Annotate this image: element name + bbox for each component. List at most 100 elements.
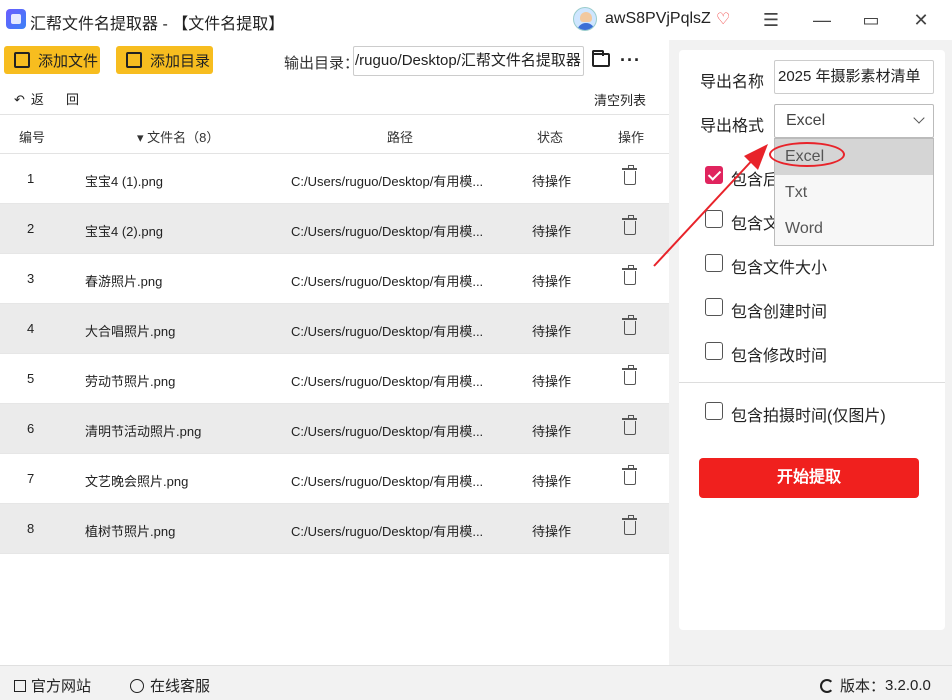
refresh-icon [820, 678, 834, 693]
service-link[interactable]: 在线客服 [130, 675, 210, 696]
table-row[interactable]: 8 植树节照片.png C:/Users/ruguo/Desktop/有用模..… [0, 504, 669, 554]
clear-list-button[interactable]: 清空列表 [594, 90, 646, 109]
row-index: 2 [27, 221, 35, 236]
export-format-select[interactable]: Excel [774, 104, 934, 138]
table-header: 编号 ▾ 文件名（8） 路径 状态 操作 [0, 114, 669, 154]
row-index: 4 [27, 321, 35, 336]
row-status: 待操作 [532, 474, 572, 489]
row-filename: 清明节活动照片.png [85, 424, 202, 439]
row-path: C:/Users/ruguo/Desktop/有用模... [291, 274, 484, 289]
row-filename: 春游照片.png [85, 274, 163, 289]
row-path: C:/Users/ruguo/Desktop/有用模... [291, 424, 484, 439]
table-row[interactable]: 3 春游照片.png C:/Users/ruguo/Desktop/有用模...… [0, 254, 669, 304]
home-icon [14, 679, 26, 692]
footer-bar: 官方网站 在线客服 版本： 3.2.0.0 [0, 665, 952, 700]
file-table: 编号 ▾ 文件名（8） 路径 状态 操作 1 宝宝4 (1).png C:/Us… [0, 114, 669, 554]
back-label: 返 [30, 92, 44, 107]
trash-icon[interactable] [622, 415, 637, 435]
row-index: 6 [27, 421, 35, 436]
add-directory-button[interactable]: 添加目录 [116, 46, 213, 74]
table-row[interactable]: 6 清明节活动照片.png C:/Users/ruguo/Desktop/有用模… [0, 404, 669, 454]
table-row[interactable]: 2 宝宝4 (2).png C:/Users/ruguo/Desktop/有用模… [0, 204, 669, 254]
row-filename: 宝宝4 (2).png [85, 224, 164, 239]
export-name-input[interactable]: 2025 年摄影素材清单 [774, 60, 934, 94]
output-dir-input[interactable]: /ruguo/Desktop/汇帮文件名提取器 [353, 46, 584, 76]
more-icon[interactable]: ··· [620, 50, 641, 71]
format-option-txt[interactable]: Txt [775, 175, 933, 211]
table-row[interactable]: 7 文艺晚会照片.png C:/Users/ruguo/Desktop/有用模.… [0, 454, 669, 504]
folder-icon[interactable] [592, 50, 610, 67]
table-row[interactable]: 4 大合唱照片.png C:/Users/ruguo/Desktop/有用模..… [0, 304, 669, 354]
website-label: 官方网站 [31, 678, 92, 695]
close-icon[interactable]: ✕ [909, 8, 933, 32]
row-path: C:/Users/ruguo/Desktop/有用模... [291, 224, 484, 239]
row-path: C:/Users/ruguo/Desktop/有用模... [291, 374, 484, 389]
add-directory-label: 添加目录 [150, 52, 211, 70]
row-status: 待操作 [532, 224, 572, 239]
panel-divider [679, 382, 945, 383]
back-button[interactable]: ↶ 返 [14, 89, 44, 108]
option-checkbox-3[interactable] [705, 298, 723, 316]
window-title: 汇帮文件名提取器 - 【文件名提取】 [30, 16, 285, 33]
version-info: 版本： 3.2.0.0 [820, 675, 931, 696]
header-index: 编号 [19, 130, 46, 145]
back-label-2[interactable]: 回 [66, 89, 79, 108]
option-label-3: 包含创建时间 [731, 304, 828, 321]
row-index: 1 [27, 171, 35, 186]
table-row[interactable]: 5 劳动节照片.png C:/Users/ruguo/Desktop/有用模..… [0, 354, 669, 404]
option-label-5: 包含拍摄时间(仅图片) [731, 408, 886, 425]
row-filename: 宝宝4 (1).png [85, 174, 164, 189]
row-status: 待操作 [532, 174, 572, 189]
format-option-word[interactable]: Word [775, 211, 933, 247]
row-filename: 大合唱照片.png [85, 324, 176, 339]
row-status: 待操作 [532, 374, 572, 389]
row-path: C:/Users/ruguo/Desktop/有用模... [291, 174, 484, 189]
maximize-icon[interactable]: ▭ [859, 8, 883, 32]
row-index: 7 [27, 471, 35, 486]
trash-icon[interactable] [622, 265, 637, 285]
add-file-icon [14, 52, 30, 68]
row-filename: 劳动节照片.png [85, 374, 176, 389]
start-extract-button[interactable]: 开始提取 [699, 458, 919, 498]
pointer-arrow-annotation [653, 144, 768, 267]
back-arrow-icon: ↶ [14, 92, 25, 107]
chevron-down-icon [913, 112, 925, 124]
trash-icon[interactable] [622, 165, 637, 185]
trash-icon[interactable] [622, 315, 637, 335]
row-status: 待操作 [532, 424, 572, 439]
menu-icon[interactable]: ☰ [759, 8, 783, 32]
version-label: 版本： [840, 678, 886, 695]
option-checkbox-4[interactable] [705, 342, 723, 360]
row-path: C:/Users/ruguo/Desktop/有用模... [291, 524, 484, 539]
add-file-button[interactable]: 添加文件 [4, 46, 100, 74]
table-body: 1 宝宝4 (1).png C:/Users/ruguo/Desktop/有用模… [0, 154, 669, 554]
headset-icon [130, 678, 144, 693]
row-status: 待操作 [532, 524, 572, 539]
export-format-value: Excel [786, 112, 826, 129]
table-row[interactable]: 1 宝宝4 (1).png C:/Users/ruguo/Desktop/有用模… [0, 154, 669, 204]
trash-icon[interactable] [622, 465, 637, 485]
header-path: 路径 [387, 130, 414, 145]
website-link[interactable]: 官方网站 [14, 675, 91, 696]
user-name[interactable]: awS8PVjPqlsZ [605, 10, 711, 28]
add-file-label: 添加文件 [38, 52, 99, 70]
user-avatar[interactable] [573, 7, 597, 31]
option-checkbox-5[interactable] [705, 402, 723, 420]
export-name-label: 导出名称 [700, 74, 765, 91]
header-status: 状态 [537, 130, 564, 145]
vip-diamond-icon[interactable]: ♡ [716, 9, 730, 29]
export-format-label: 导出格式 [700, 118, 765, 135]
header-filename[interactable]: ▾ 文件名（8） [137, 127, 219, 146]
minimize-icon[interactable]: — [810, 8, 834, 32]
trash-icon[interactable] [622, 215, 637, 235]
row-status: 待操作 [532, 324, 572, 339]
trash-icon[interactable] [622, 365, 637, 385]
title-bar: 汇帮文件名提取器 - 【文件名提取】 awS8PVjPqlsZ ♡ ☰ — ▭ … [0, 0, 952, 40]
row-path: C:/Users/ruguo/Desktop/有用模... [291, 324, 484, 339]
row-filename: 植树节照片.png [85, 524, 176, 539]
trash-icon[interactable] [622, 515, 637, 535]
option-label-4: 包含修改时间 [731, 348, 828, 365]
row-filename: 文艺晚会照片.png [85, 474, 189, 489]
add-directory-icon [126, 52, 142, 68]
version-value: 3.2.0.0 [885, 677, 931, 694]
